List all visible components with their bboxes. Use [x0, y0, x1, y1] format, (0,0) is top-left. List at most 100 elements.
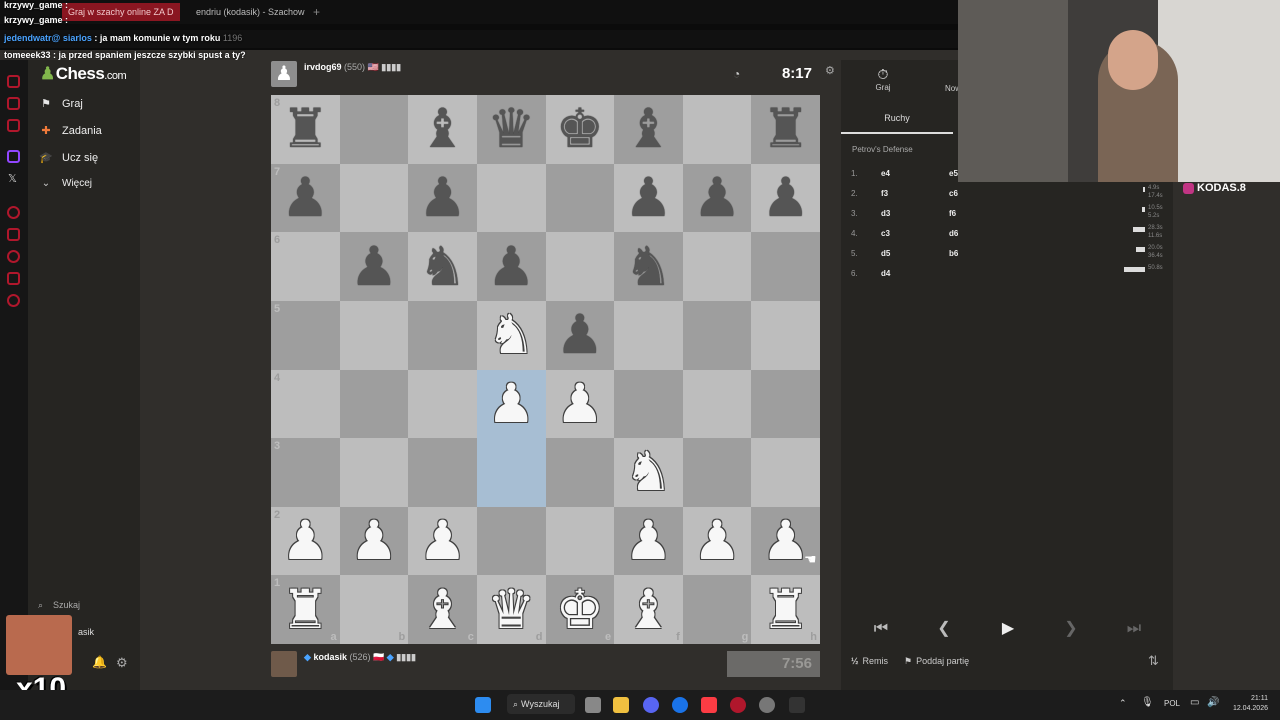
- rail-icon[interactable]: [7, 97, 20, 110]
- square-a4[interactable]: 4: [271, 369, 340, 439]
- square-e4[interactable]: ♟: [545, 369, 615, 439]
- sidebar-item-learn[interactable]: 🎓 Ucz się: [38, 149, 98, 167]
- browser-icon[interactable]: [672, 697, 688, 713]
- task-view-icon[interactable]: [585, 697, 601, 713]
- square-d6[interactable]: ♟: [476, 232, 546, 301]
- white-pawn-icon[interactable]: ♟: [624, 514, 672, 568]
- tray-clock[interactable]: 21:11 12.04.2026: [1228, 694, 1268, 714]
- twitch-icon[interactable]: [7, 150, 20, 163]
- draw-button[interactable]: ½ Remis: [851, 656, 888, 666]
- settings-icon[interactable]: ⚙: [825, 64, 835, 77]
- square-h7[interactable]: ♟: [751, 163, 820, 233]
- square-h6[interactable]: [751, 232, 820, 301]
- opponent-info[interactable]: irvdog69 (550) 🇺🇸 ▮▮▮▮: [304, 62, 401, 73]
- white-pawn-icon[interactable]: ♟: [281, 514, 329, 568]
- tab-new[interactable]: Now: [945, 84, 958, 93]
- square-g2[interactable]: ♟: [682, 506, 752, 576]
- rail-icon[interactable]: [7, 206, 20, 219]
- square-g7[interactable]: ♟: [682, 163, 752, 233]
- square-d2[interactable]: [476, 506, 546, 576]
- microphone-icon[interactable]: 🎙: [1141, 697, 1154, 708]
- square-h1[interactable]: h ♜: [751, 575, 820, 644]
- square-h3[interactable]: [751, 438, 820, 507]
- x-icon[interactable]: 𝕏: [8, 172, 17, 185]
- square-a6[interactable]: 6: [271, 232, 340, 301]
- rail-icon[interactable]: [7, 119, 20, 132]
- black-pawn-icon[interactable]: ♟: [693, 170, 741, 225]
- square-e2[interactable]: [545, 506, 615, 576]
- square-d3[interactable]: [476, 438, 546, 507]
- black-move[interactable]: f6: [949, 209, 956, 218]
- black-knight-icon[interactable]: ♞: [418, 239, 466, 294]
- square-f5[interactable]: [614, 300, 683, 370]
- square-d5[interactable]: ♞: [476, 300, 546, 370]
- square-b5[interactable]: [339, 300, 409, 370]
- square-c6[interactable]: ♞: [408, 232, 477, 301]
- sidebar-item-play[interactable]: ⚑ Graj: [38, 95, 83, 113]
- white-rook-icon[interactable]: ♜: [761, 582, 809, 637]
- black-pawn-icon[interactable]: ♟: [418, 170, 466, 225]
- black-knight-icon[interactable]: ♞: [624, 239, 672, 294]
- square-b1[interactable]: b: [339, 575, 409, 644]
- square-c7[interactable]: ♟: [408, 163, 477, 233]
- white-pawn-icon[interactable]: ♟: [418, 514, 466, 568]
- music-icon[interactable]: [701, 697, 717, 713]
- square-d1[interactable]: d ♛: [476, 575, 546, 644]
- square-g3[interactable]: [682, 438, 752, 507]
- tray-chevron-icon[interactable]: ⌃: [1119, 698, 1127, 709]
- rail-icon[interactable]: [7, 272, 20, 285]
- player-info[interactable]: ◆ kodasik (526) 🇵🇱 ◆ ▮▮▮▮: [304, 652, 416, 663]
- square-h8[interactable]: ♜: [751, 95, 820, 164]
- new-tab-button[interactable]: +: [313, 3, 325, 21]
- square-c5[interactable]: [408, 300, 477, 370]
- black-pawn-icon[interactable]: ♟: [761, 170, 809, 225]
- square-h5[interactable]: [751, 300, 820, 370]
- white-pawn-icon[interactable]: ♟: [487, 376, 535, 431]
- square-e6[interactable]: [545, 232, 615, 301]
- black-pawn-icon[interactable]: ♟: [350, 239, 398, 294]
- black-rook-icon[interactable]: ♜: [281, 102, 329, 156]
- square-c3[interactable]: [408, 438, 477, 507]
- browser-tab[interactable]: endriu (kodasik) - Szachow: [190, 3, 305, 21]
- white-knight-icon[interactable]: ♞: [624, 445, 672, 499]
- gear-icon[interactable]: ⚙: [116, 655, 128, 671]
- square-b6[interactable]: ♟: [339, 232, 409, 301]
- prev-move-button[interactable]: ❮: [919, 614, 969, 644]
- square-a3[interactable]: 3: [271, 438, 340, 507]
- square-b8[interactable]: [339, 95, 409, 164]
- white-pawn-icon[interactable]: ♟: [761, 514, 809, 568]
- square-a8[interactable]: 8 ♜: [271, 95, 340, 164]
- file-explorer-icon[interactable]: [613, 697, 629, 713]
- white-knight-icon[interactable]: ♞: [487, 308, 535, 362]
- clock-icon[interactable]: [7, 250, 20, 263]
- discord-icon[interactable]: [643, 697, 659, 713]
- volume-icon[interactable]: 🔊: [1207, 697, 1219, 708]
- black-bishop-icon[interactable]: ♝: [418, 102, 466, 156]
- black-pawn-icon[interactable]: ♟: [556, 308, 604, 362]
- square-f8[interactable]: ♝: [614, 95, 683, 164]
- white-rook-icon[interactable]: ♜: [281, 582, 329, 637]
- black-queen-icon[interactable]: ♛: [487, 102, 535, 156]
- bell-icon[interactable]: 🔔: [92, 655, 107, 669]
- black-pawn-icon[interactable]: ♟: [487, 239, 535, 294]
- white-queen-icon[interactable]: ♛: [487, 582, 535, 637]
- square-a5[interactable]: 5: [271, 300, 340, 370]
- square-d8[interactable]: ♛: [476, 95, 546, 164]
- square-e7[interactable]: [545, 163, 615, 233]
- square-g8[interactable]: [682, 95, 752, 164]
- black-bishop-icon[interactable]: ♝: [624, 102, 672, 156]
- white-move[interactable]: d5: [881, 249, 890, 258]
- square-c4[interactable]: [408, 369, 477, 439]
- square-a7[interactable]: 7 ♟: [271, 163, 340, 233]
- black-pawn-icon[interactable]: ♟: [624, 170, 672, 225]
- opera-icon[interactable]: [730, 697, 746, 713]
- next-move-button[interactable]: ❯: [1046, 614, 1096, 644]
- app-icon[interactable]: [759, 697, 775, 713]
- square-c1[interactable]: c ♝: [408, 575, 477, 644]
- white-move[interactable]: f3: [881, 189, 888, 198]
- white-pawn-icon[interactable]: ♟: [693, 514, 741, 568]
- square-g5[interactable]: [682, 300, 752, 370]
- white-move[interactable]: c3: [881, 229, 890, 238]
- square-b7[interactable]: [339, 163, 409, 233]
- square-d4[interactable]: ♟: [476, 369, 546, 439]
